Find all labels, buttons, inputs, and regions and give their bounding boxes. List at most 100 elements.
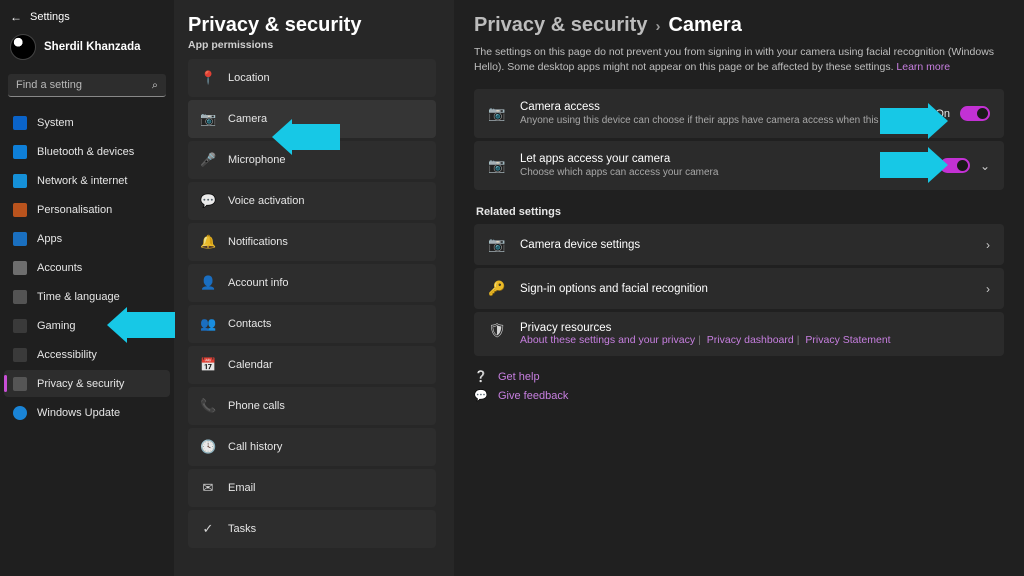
shield-icon: 🛡 bbox=[488, 322, 506, 346]
resource-link-about[interactable]: About these settings and your privacy bbox=[520, 334, 695, 346]
detail-description: The settings on this page do not prevent… bbox=[474, 45, 1004, 75]
nav-list: System Bluetooth & devices Network & int… bbox=[0, 109, 174, 426]
perm-item-microphone[interactable]: 🎤 Microphone bbox=[188, 141, 436, 179]
nav-item-network[interactable]: Network & internet bbox=[4, 167, 170, 194]
detail-pane: Privacy & security › Camera The settings… bbox=[454, 0, 1024, 576]
location-icon: 📍 bbox=[200, 70, 216, 86]
perm-item-phone-calls[interactable]: 📞Phone calls bbox=[188, 387, 436, 425]
nav-item-gaming[interactable]: Gaming bbox=[4, 312, 170, 339]
perm-item-calendar[interactable]: 📅 Calendar bbox=[188, 346, 436, 384]
chevron-down-icon[interactable]: ⌄ bbox=[980, 159, 990, 173]
related-camera-device-settings[interactable]: 📷 Camera device settings › bbox=[474, 224, 1004, 265]
nav-label: System bbox=[37, 117, 74, 129]
nav-label: Apps bbox=[37, 233, 62, 245]
nav-item-accounts[interactable]: Accounts bbox=[4, 254, 170, 281]
nav-item-bluetooth[interactable]: Bluetooth & devices bbox=[4, 138, 170, 165]
link-label: Sign-in options and facial recognition bbox=[520, 283, 708, 295]
app-title: Settings bbox=[30, 11, 70, 23]
permissions-column: Privacy & security App permissions 📍 Loca… bbox=[174, 0, 454, 576]
nav-label: Accessibility bbox=[37, 349, 97, 361]
card-subtitle: Anyone using this device can choose if t… bbox=[520, 115, 921, 126]
nav-item-privacy-security[interactable]: Privacy & security bbox=[4, 370, 170, 397]
get-help-link[interactable]: ❔Get help bbox=[474, 370, 1004, 383]
perm-item-call-history[interactable]: 🕓Call history bbox=[188, 428, 436, 466]
toggle-switch[interactable] bbox=[940, 158, 970, 173]
clock-icon bbox=[12, 289, 27, 304]
avatar bbox=[10, 34, 36, 60]
titlebar: ← Settings bbox=[0, 6, 174, 32]
search-input[interactable] bbox=[8, 74, 166, 97]
nav-label: Windows Update bbox=[37, 407, 120, 419]
card-subtitle: Choose which apps can access your camera bbox=[520, 167, 901, 178]
shield-icon bbox=[12, 376, 27, 391]
perm-label: Calendar bbox=[228, 359, 273, 371]
nav-item-system[interactable]: System bbox=[4, 109, 170, 136]
perm-label: Camera bbox=[228, 113, 267, 125]
nav-item-time-language[interactable]: Time & language bbox=[4, 283, 170, 310]
breadcrumb-separator-icon: › bbox=[655, 18, 660, 35]
perm-item-camera[interactable]: 📷 Camera bbox=[188, 100, 436, 138]
permissions-list: 📍 Location 📷 Camera 🎤 Microphone 💬 Voice act… bbox=[188, 59, 440, 548]
nav-item-apps[interactable]: Apps bbox=[4, 225, 170, 252]
camera-icon: 📷 bbox=[200, 111, 216, 127]
camera-icon: 📷 bbox=[488, 105, 506, 122]
voice-icon: 💬 bbox=[200, 193, 216, 209]
accessibility-icon bbox=[12, 347, 27, 362]
search-wrap: ⌕ bbox=[8, 74, 166, 97]
person-icon bbox=[12, 260, 27, 275]
perm-item-notifications[interactable]: 🔔Notifications bbox=[188, 223, 436, 261]
perm-label: Voice activation bbox=[228, 195, 304, 207]
resource-link-statement[interactable]: Privacy Statement bbox=[805, 334, 890, 346]
perm-item-contacts[interactable]: 👥 Contacts bbox=[188, 305, 436, 343]
back-arrow-icon[interactable]: ← bbox=[10, 10, 22, 24]
nav-item-accessibility[interactable]: Accessibility bbox=[4, 341, 170, 368]
wifi-icon bbox=[12, 173, 27, 188]
perm-label: Contacts bbox=[228, 318, 271, 330]
learn-more-link[interactable]: Learn more bbox=[896, 61, 950, 73]
user-row[interactable]: Sherdil Khanzada bbox=[0, 32, 174, 70]
toggle-switch[interactable] bbox=[960, 106, 990, 121]
help-icon: ❔ bbox=[474, 370, 488, 383]
nav-item-personalisation[interactable]: Personalisation bbox=[4, 196, 170, 223]
contacts-icon: 👥 bbox=[200, 316, 216, 332]
camera-icon: 📷 bbox=[488, 157, 506, 174]
breadcrumb-parent[interactable]: Privacy & security bbox=[474, 14, 647, 37]
nav-label: Personalisation bbox=[37, 204, 112, 216]
microphone-icon: 🎤 bbox=[200, 152, 216, 168]
card-title: Let apps access your camera bbox=[520, 153, 901, 165]
perm-item-voice-activation[interactable]: 💬 Voice activation bbox=[188, 182, 436, 220]
resource-link-dashboard[interactable]: Privacy dashboard bbox=[707, 334, 794, 346]
perm-item-tasks[interactable]: ✓Tasks bbox=[188, 510, 436, 548]
calendar-icon: 📅 bbox=[200, 357, 216, 373]
nav-sidebar: ← Settings Sherdil Khanzada ⌕ System Blu… bbox=[0, 0, 174, 576]
resources-title: Privacy resources bbox=[520, 322, 891, 334]
bluetooth-icon bbox=[12, 144, 27, 159]
perm-label: Microphone bbox=[228, 154, 285, 166]
nav-item-windows-update[interactable]: Windows Update bbox=[4, 399, 170, 426]
perm-label: Call history bbox=[228, 441, 282, 453]
related-settings-label: Related settings bbox=[476, 206, 1004, 218]
feedback-icon: 💬 bbox=[474, 389, 488, 402]
perm-item-email[interactable]: ✉Email bbox=[188, 469, 436, 507]
perm-label: Notifications bbox=[228, 236, 288, 248]
nav-label: Bluetooth & devices bbox=[37, 146, 134, 158]
game-icon bbox=[12, 318, 27, 333]
give-feedback-link[interactable]: 💬Give feedback bbox=[474, 389, 1004, 402]
related-sign-in-options[interactable]: 🔑 Sign-in options and facial recognition… bbox=[474, 268, 1004, 309]
apps-icon bbox=[12, 231, 27, 246]
camera-icon: 📷 bbox=[488, 236, 506, 253]
perm-item-location[interactable]: 📍 Location bbox=[188, 59, 436, 97]
mid-title: Privacy & security bbox=[188, 14, 440, 37]
breadcrumb: Privacy & security › Camera bbox=[474, 14, 1004, 37]
nav-label: Network & internet bbox=[37, 175, 127, 187]
link-label: Camera device settings bbox=[520, 239, 640, 251]
mid-subtitle: App permissions bbox=[188, 39, 440, 51]
footer-links: ❔Get help 💬Give feedback bbox=[474, 370, 1004, 402]
nav-label: Time & language bbox=[37, 291, 120, 303]
perm-label: Location bbox=[228, 72, 270, 84]
toggle-camera-access: 📷 Camera access Anyone using this device… bbox=[474, 89, 1004, 138]
email-icon: ✉ bbox=[200, 480, 216, 496]
toggle-apps-access-camera: 📷 Let apps access your camera Choose whi… bbox=[474, 141, 1004, 190]
perm-item-account-info[interactable]: 👤Account info bbox=[188, 264, 436, 302]
update-icon bbox=[12, 405, 27, 420]
